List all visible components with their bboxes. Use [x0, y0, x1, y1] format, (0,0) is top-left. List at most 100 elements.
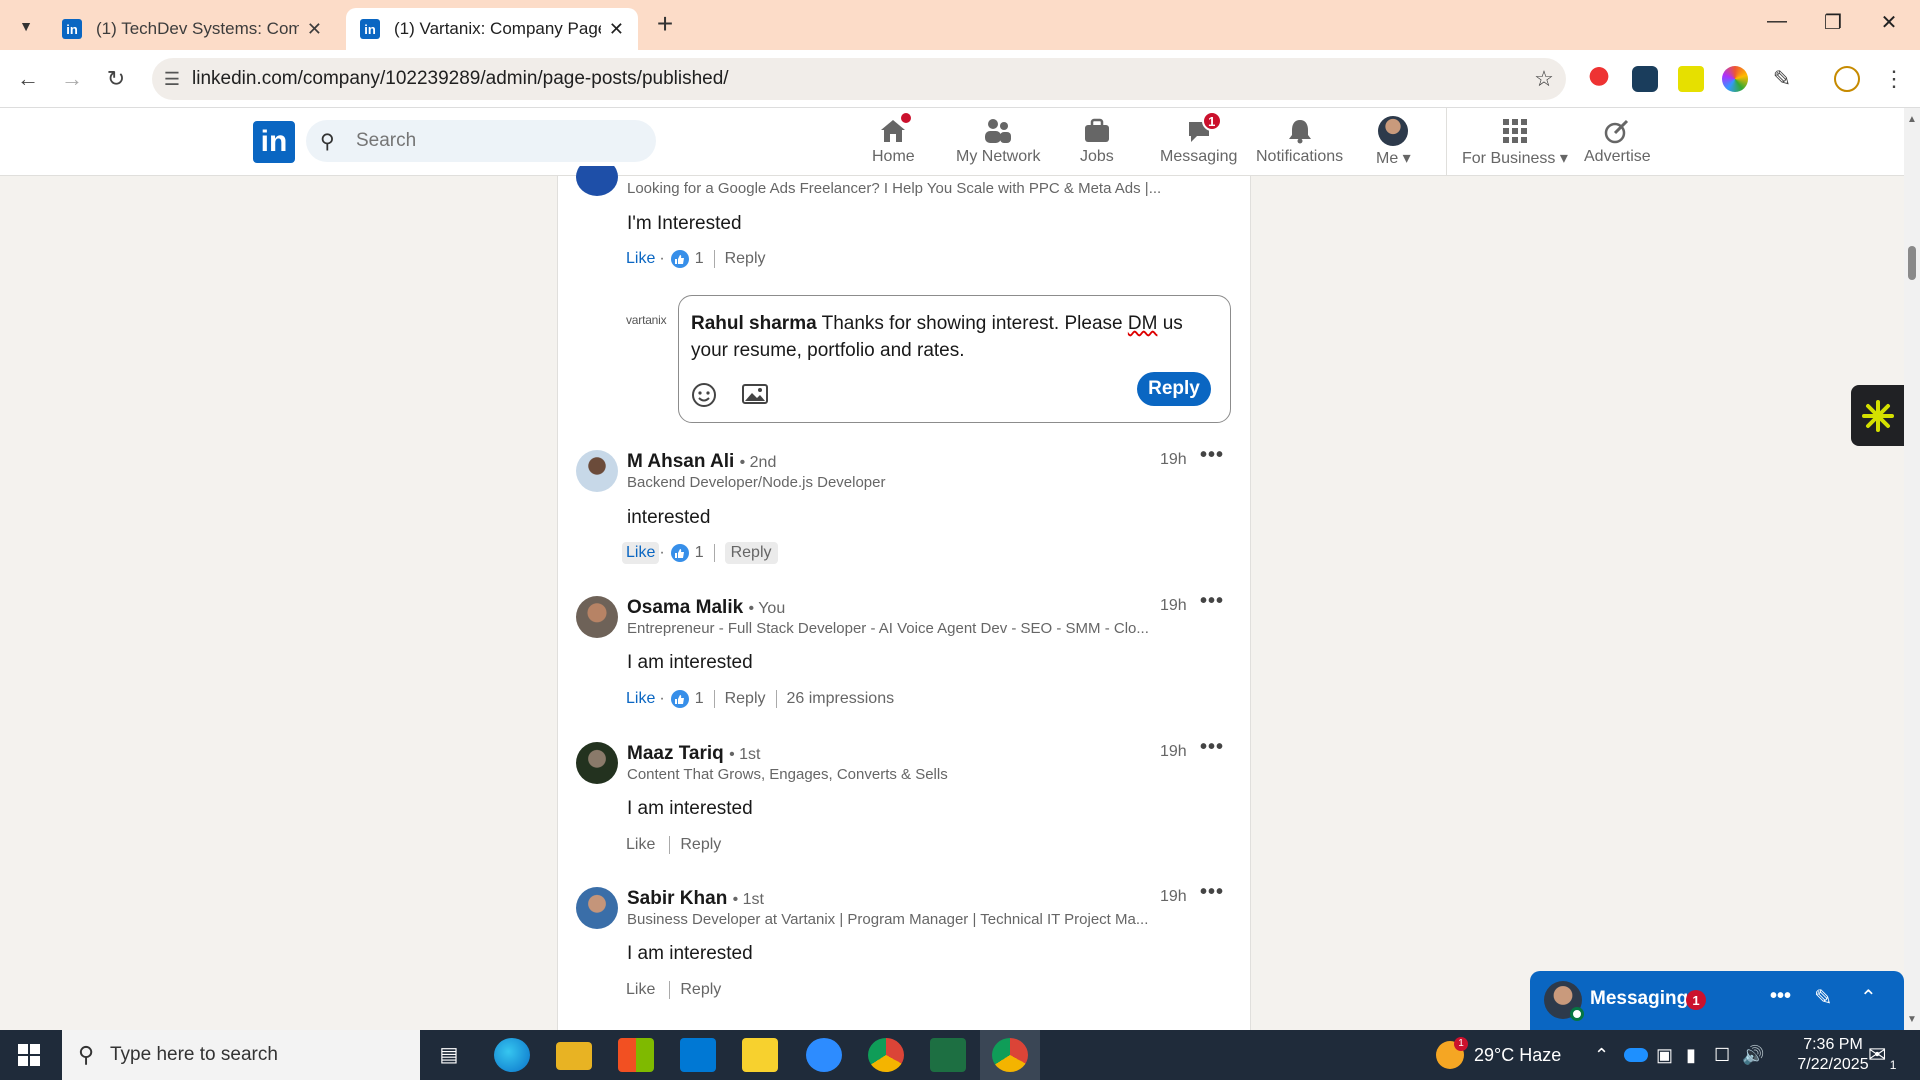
search-bar[interactable]: ⚲	[306, 120, 656, 162]
mail-icon[interactable]	[680, 1038, 716, 1072]
compose-icon[interactable]: ✎	[1814, 985, 1832, 1011]
nav-notifications[interactable]: Notifications	[1256, 116, 1343, 172]
bell-icon	[1284, 116, 1316, 146]
image-icon[interactable]	[741, 382, 769, 408]
tray-chevron-icon[interactable]: ⌃	[1594, 1030, 1609, 1080]
chrome-icon[interactable]	[868, 1038, 904, 1072]
taskbar-search[interactable]: ⚲ Type here to search	[62, 1030, 420, 1080]
sticky-notes-icon[interactable]	[742, 1038, 778, 1072]
nav-jobs[interactable]: Jobs	[1080, 116, 1114, 172]
close-tab-icon[interactable]: ✕	[609, 19, 624, 40]
reply-editor[interactable]: Rahul sharma Thanks for showing interest…	[678, 295, 1231, 423]
reply-button[interactable]: Reply	[725, 690, 766, 708]
like-button[interactable]: Like	[622, 979, 659, 1001]
reply-submit-button[interactable]: Reply	[1137, 372, 1211, 406]
like-button[interactable]: Like	[622, 248, 659, 270]
site-settings-icon[interactable]: ☰	[152, 69, 192, 90]
clock[interactable]: 7:36 PM 7/22/2025	[1788, 1030, 1878, 1080]
network-icon[interactable]: ▣	[1656, 1030, 1673, 1080]
file-explorer-icon[interactable]	[556, 1042, 592, 1070]
avatar[interactable]	[576, 887, 618, 929]
nav-for-business[interactable]: For Business ▾	[1462, 116, 1568, 172]
nav-me[interactable]: Me ▾	[1376, 116, 1411, 172]
reply-text-part: Thanks for showing interest. Please	[816, 313, 1128, 334]
emoji-icon[interactable]	[691, 382, 719, 408]
messaging-overlay[interactable]: Messaging 1 ••• ✎ ⌃	[1530, 971, 1904, 1030]
extension-icon[interactable]	[1632, 66, 1658, 92]
extension-icon[interactable]	[1678, 66, 1704, 92]
profile-icon[interactable]	[1834, 66, 1860, 92]
search-input[interactable]	[356, 130, 636, 152]
address-bar[interactable]: ☰ linkedin.com/company/102239289/admin/p…	[152, 58, 1566, 100]
volume-icon[interactable]: 🔊	[1742, 1030, 1764, 1080]
reaction-count[interactable]: 1	[665, 544, 704, 562]
notification-center-icon[interactable]: ✉ 1	[1868, 1030, 1896, 1080]
minimize-icon[interactable]: —	[1762, 10, 1792, 33]
reaction-count[interactable]: 1	[665, 690, 704, 708]
extension-icon[interactable]	[1586, 66, 1612, 92]
reply-button[interactable]: Reply	[680, 981, 721, 999]
display-icon[interactable]: ☐	[1714, 1030, 1730, 1080]
ai-assistant-widget[interactable]	[1851, 385, 1904, 446]
battery-icon[interactable]: ▮	[1686, 1030, 1696, 1080]
reply-button[interactable]: Reply	[725, 250, 766, 268]
avatar[interactable]	[576, 596, 618, 638]
chrome-active-task[interactable]	[980, 1030, 1040, 1080]
more-options-icon[interactable]: •••	[1200, 590, 1224, 613]
like-button[interactable]: Like	[622, 542, 660, 564]
browser-tab-active[interactable]: in (1) Vartanix: Company Page Ad ✕	[346, 8, 638, 50]
weather-widget[interactable]: 1 29°C Haze	[1436, 1030, 1561, 1080]
close-window-icon[interactable]: ✕	[1874, 10, 1904, 35]
nav-messaging[interactable]: 1 Messaging	[1160, 111, 1237, 172]
like-button[interactable]: Like	[622, 834, 659, 856]
more-options-icon[interactable]: •••	[1200, 444, 1224, 467]
scrollbar-thumb[interactable]	[1908, 246, 1916, 280]
new-tab-button[interactable]: +	[650, 10, 680, 40]
impressions-count[interactable]: 26 impressions	[787, 690, 895, 708]
nav-for-business-label: For Business ▾	[1462, 150, 1568, 167]
bookmark-star-icon[interactable]: ☆	[1522, 66, 1566, 92]
reload-icon[interactable]: ↻	[100, 63, 132, 95]
commenter-name[interactable]: Osama Malik • You	[627, 597, 785, 619]
back-icon[interactable]: ←	[12, 63, 44, 95]
page-scrollbar[interactable]: ▲ ▼	[1904, 108, 1920, 1030]
zoom-icon[interactable]	[806, 1038, 842, 1072]
extensions-puzzle-icon[interactable]: ✎	[1766, 63, 1798, 95]
nav-my-network[interactable]: My Network	[956, 116, 1040, 172]
more-options-icon[interactable]: •••	[1200, 881, 1224, 904]
nav-home[interactable]: Home	[872, 111, 915, 172]
restore-icon[interactable]: ❐	[1818, 10, 1848, 35]
store-icon[interactable]	[618, 1038, 654, 1072]
reply-button[interactable]: Reply	[724, 542, 778, 564]
reply-text[interactable]: Rahul sharma Thanks for showing interest…	[691, 310, 1211, 364]
commenter-name[interactable]: M Ahsan Ali • 2nd	[627, 451, 776, 473]
scroll-up-icon[interactable]: ▲	[1907, 114, 1917, 125]
commenter-name[interactable]: Maaz Tariq • 1st	[627, 743, 760, 765]
edge-browser-icon[interactable]	[494, 1038, 530, 1072]
tab-search-icon[interactable]: ▼	[12, 12, 40, 40]
forward-icon[interactable]: →	[56, 63, 88, 95]
url-text[interactable]: linkedin.com/company/102239289/admin/pag…	[192, 68, 1522, 90]
browser-tab[interactable]: in (1) TechDev Systems: Company ✕	[48, 8, 336, 50]
reaction-count[interactable]: 1	[665, 250, 704, 268]
commenter-name[interactable]: Sabir Khan • 1st	[627, 888, 764, 910]
scroll-down-icon[interactable]: ▼	[1907, 1014, 1917, 1025]
avatar[interactable]	[576, 450, 618, 492]
more-options-icon[interactable]: •••	[1770, 985, 1791, 1008]
close-tab-icon[interactable]: ✕	[307, 19, 322, 40]
thumbs-up-icon	[670, 250, 689, 268]
like-button[interactable]: Like	[622, 688, 659, 710]
nav-advertise[interactable]: Advertise	[1584, 116, 1651, 172]
excel-icon[interactable]	[930, 1038, 966, 1072]
onedrive-icon[interactable]	[1624, 1030, 1648, 1080]
windows-start-icon[interactable]	[18, 1044, 40, 1071]
extension-icon[interactable]	[1722, 66, 1748, 92]
more-options-icon[interactable]: •••	[1200, 736, 1224, 759]
linkedin-logo-icon[interactable]: in	[253, 121, 295, 163]
task-view-icon[interactable]: ▤	[432, 1038, 466, 1072]
reply-button[interactable]: Reply	[680, 836, 721, 854]
browser-toolbar: ← → ↻ ☰ linkedin.com/company/102239289/a…	[0, 50, 1920, 108]
browser-menu-icon[interactable]: ⋮	[1878, 63, 1910, 95]
chevron-up-icon[interactable]: ⌃	[1860, 985, 1877, 1010]
avatar[interactable]	[576, 742, 618, 784]
